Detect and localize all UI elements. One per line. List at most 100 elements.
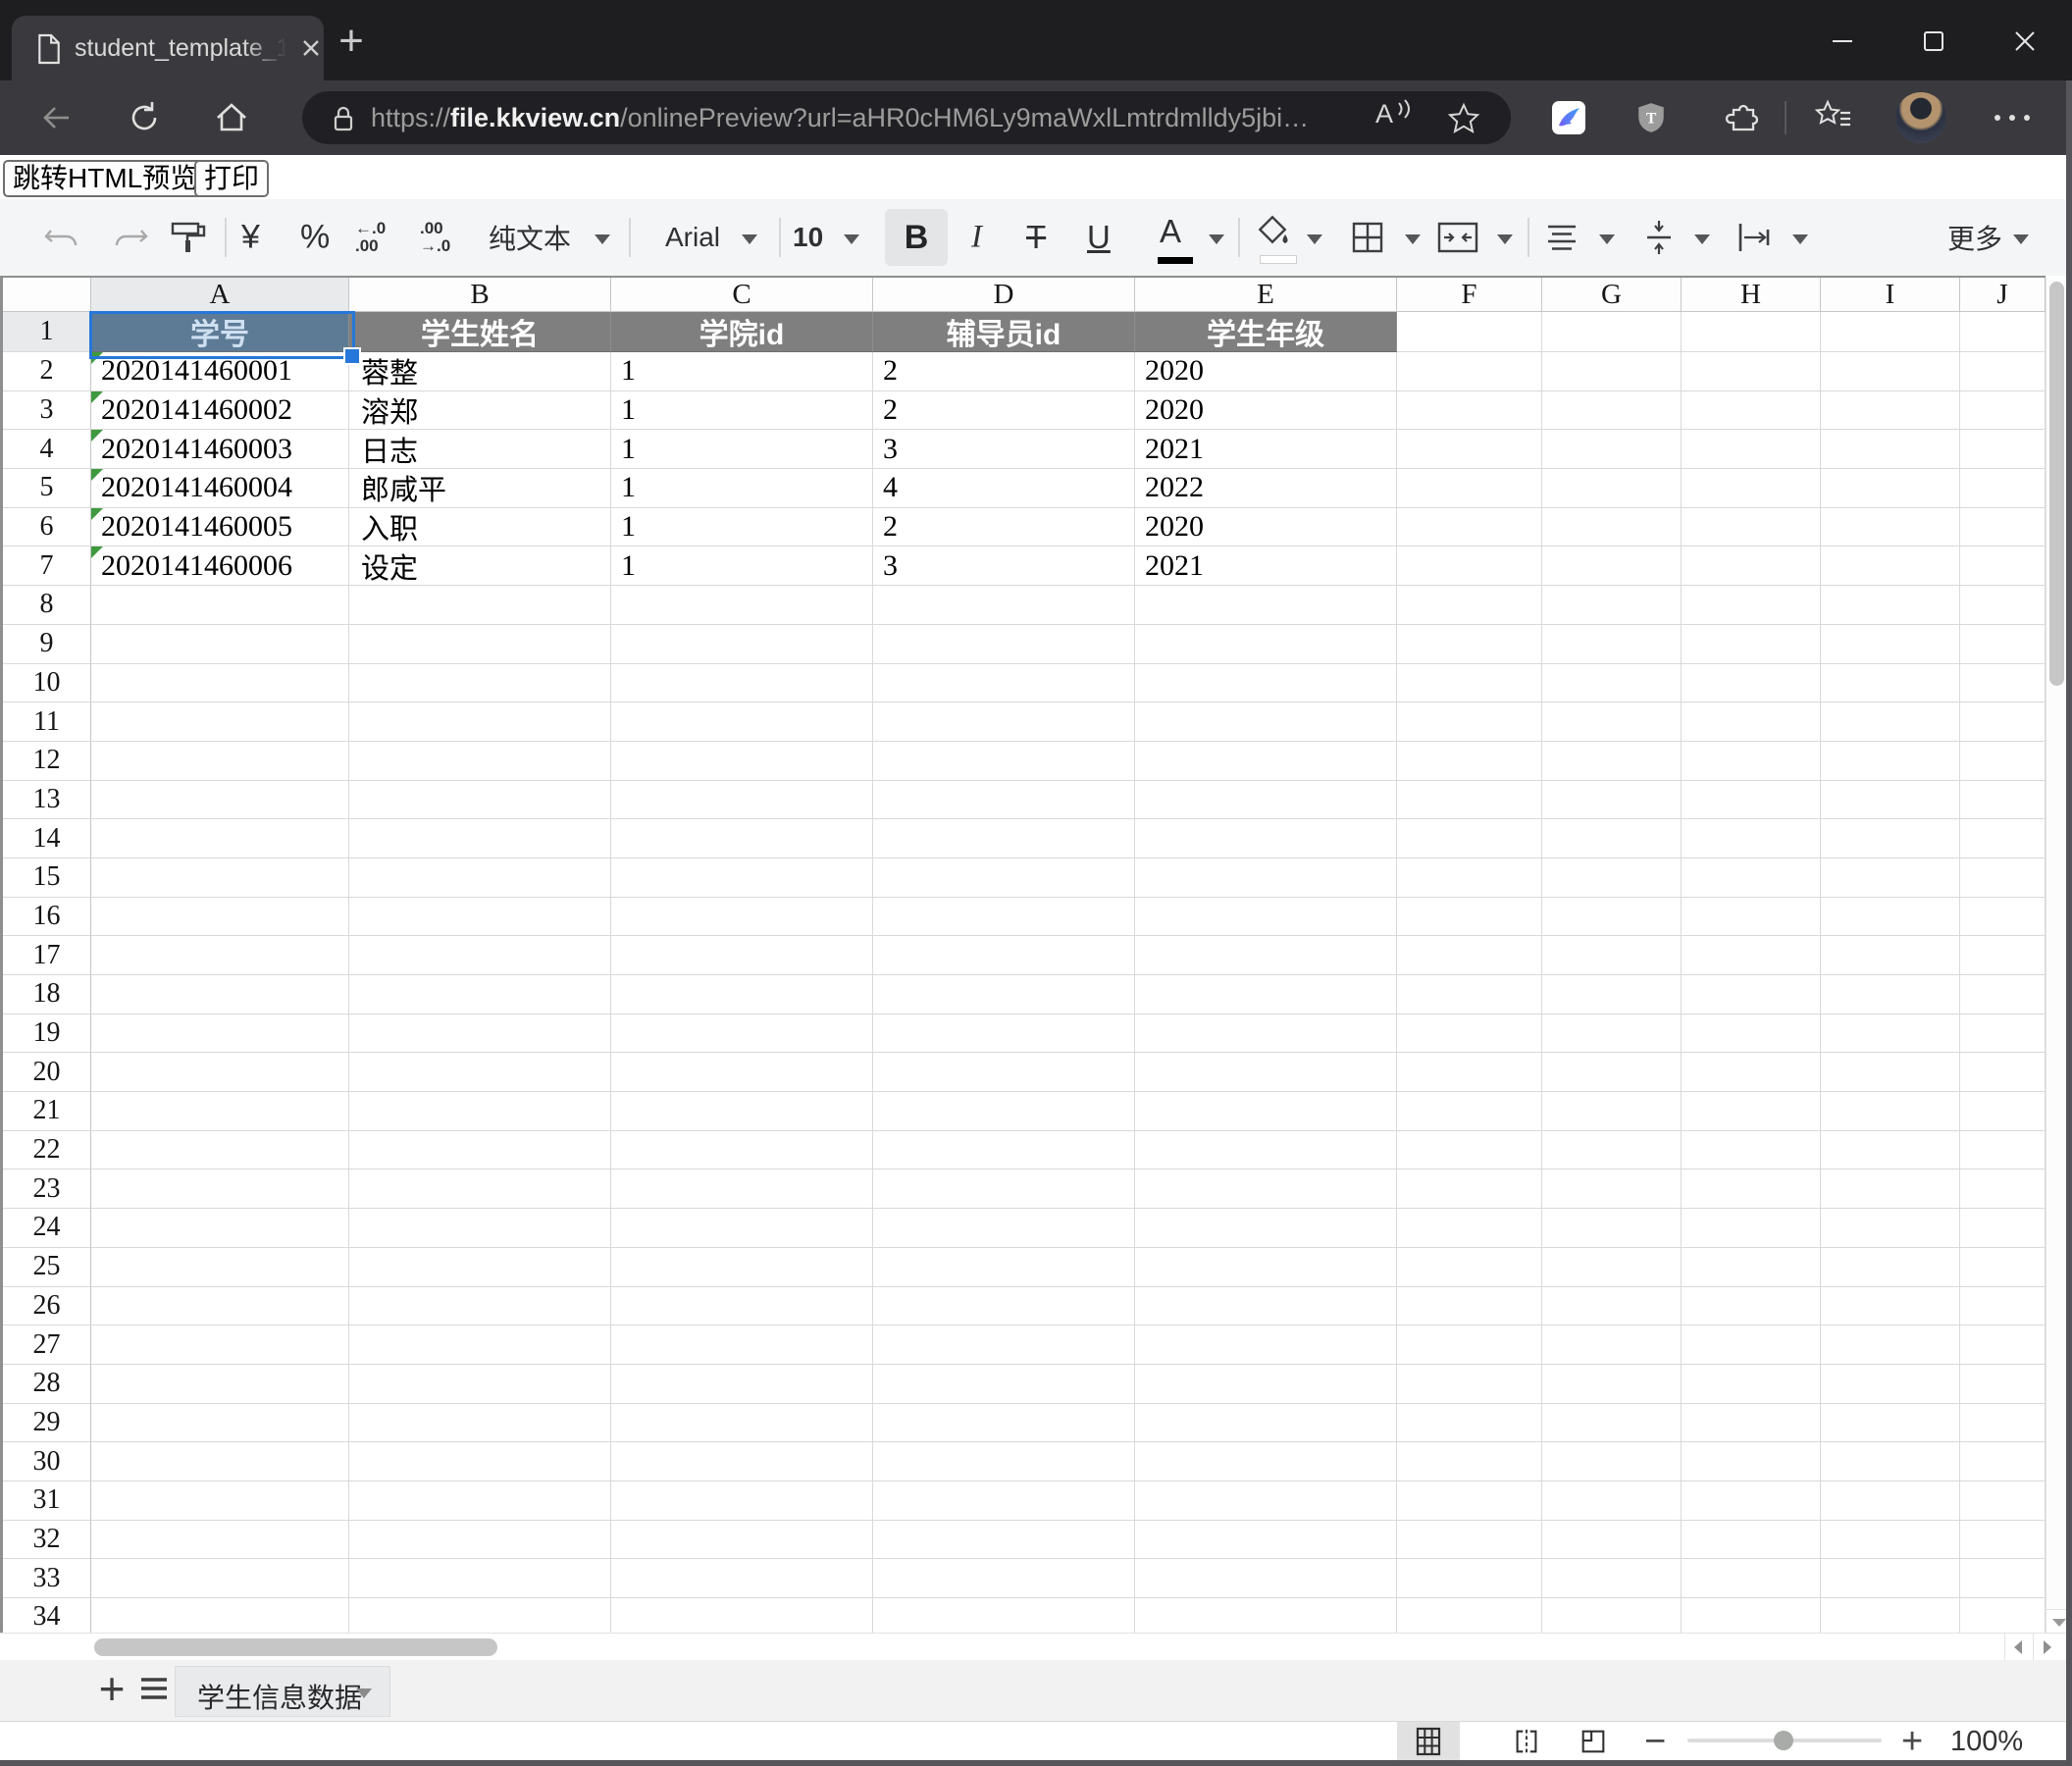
- cell-H19[interactable]: [1682, 1014, 1821, 1054]
- cell-J7[interactable]: [1960, 546, 2046, 586]
- number-format-select[interactable]: 纯文本: [489, 218, 571, 257]
- cell-G14[interactable]: [1542, 819, 1682, 858]
- cell-D25[interactable]: [873, 1248, 1135, 1287]
- window-minimize-button[interactable]: [1827, 26, 1858, 57]
- cell-H34[interactable]: [1682, 1598, 1821, 1633]
- favorites-list-icon[interactable]: [1813, 99, 1852, 136]
- row-header-19[interactable]: 19: [3, 1014, 91, 1054]
- cell-H30[interactable]: [1682, 1442, 1821, 1481]
- browser-menu-dots-icon[interactable]: [1990, 110, 2035, 126]
- cell-A2[interactable]: 2020141460001: [91, 352, 349, 391]
- cell-C4[interactable]: 1: [611, 430, 873, 469]
- cell-B8[interactable]: [349, 586, 611, 625]
- address-bar[interactable]: https://file.kkview.cn/onlinePreview?url…: [302, 91, 1511, 144]
- cell-B17[interactable]: [349, 936, 611, 975]
- cell-G12[interactable]: [1542, 742, 1682, 781]
- cell-C34[interactable]: [611, 1598, 873, 1633]
- percent-format-button[interactable]: %: [300, 219, 330, 257]
- cell-A1[interactable]: 学号: [91, 312, 349, 352]
- cell-A9[interactable]: [91, 625, 349, 664]
- cell-C14[interactable]: [611, 819, 873, 858]
- cell-C12[interactable]: [611, 742, 873, 781]
- cell-H11[interactable]: [1682, 702, 1821, 742]
- cell-E11[interactable]: [1135, 702, 1397, 742]
- cell-H31[interactable]: [1682, 1481, 1821, 1521]
- cell-J3[interactable]: [1960, 391, 2046, 431]
- row-header-15[interactable]: 15: [3, 858, 91, 898]
- cell-C11[interactable]: [611, 702, 873, 742]
- cell-G10[interactable]: [1542, 664, 1682, 703]
- row-header-28[interactable]: 28: [3, 1365, 91, 1404]
- cell-J22[interactable]: [1960, 1131, 2046, 1170]
- zoom-slider-thumb[interactable]: [1774, 1731, 1793, 1750]
- cell-E18[interactable]: [1135, 975, 1397, 1014]
- cell-G13[interactable]: [1542, 781, 1682, 820]
- cell-I18[interactable]: [1821, 975, 1960, 1014]
- cell-H7[interactable]: [1682, 546, 1821, 586]
- cell-F24[interactable]: [1397, 1209, 1542, 1248]
- cell-A15[interactable]: [91, 858, 349, 898]
- scroll-left-button[interactable]: [2004, 1634, 2034, 1660]
- cell-D3[interactable]: 2: [873, 391, 1135, 431]
- add-sheet-button[interactable]: +: [90, 1662, 133, 1717]
- cell-D4[interactable]: 3: [873, 430, 1135, 469]
- vertical-align-icon[interactable]: [1640, 218, 1678, 257]
- cell-J30[interactable]: [1960, 1442, 2046, 1481]
- cell-J19[interactable]: [1960, 1014, 2046, 1054]
- text-wrap-caret-icon[interactable]: [1792, 234, 1808, 244]
- cell-H22[interactable]: [1682, 1131, 1821, 1170]
- cell-F5[interactable]: [1397, 469, 1542, 508]
- cell-D18[interactable]: [873, 975, 1135, 1014]
- cell-D29[interactable]: [873, 1404, 1135, 1443]
- cell-D12[interactable]: [873, 742, 1135, 781]
- cell-F21[interactable]: [1397, 1092, 1542, 1131]
- cell-B29[interactable]: [349, 1404, 611, 1443]
- cell-I32[interactable]: [1821, 1521, 1960, 1560]
- cell-F33[interactable]: [1397, 1559, 1542, 1598]
- cell-D34[interactable]: [873, 1598, 1135, 1633]
- cell-F9[interactable]: [1397, 625, 1542, 664]
- cell-B7[interactable]: 设定: [349, 546, 611, 586]
- horizontal-scrollbar[interactable]: [0, 1633, 2072, 1660]
- cell-B30[interactable]: [349, 1442, 611, 1481]
- cell-D6[interactable]: 2: [873, 508, 1135, 547]
- cell-D24[interactable]: [873, 1209, 1135, 1248]
- decrease-decimal-button[interactable]: ←.0 .00: [355, 220, 386, 255]
- strikethrough-button[interactable]: T: [1026, 219, 1046, 256]
- cell-D17[interactable]: [873, 936, 1135, 975]
- browser-tab[interactable]: student_template_168819656736: [12, 16, 324, 80]
- cell-H32[interactable]: [1682, 1521, 1821, 1560]
- cell-A32[interactable]: [91, 1521, 349, 1560]
- redo-icon[interactable]: [110, 223, 149, 252]
- cell-A29[interactable]: [91, 1404, 349, 1443]
- horizontal-align-caret-icon[interactable]: [1599, 234, 1615, 244]
- cell-G6[interactable]: [1542, 508, 1682, 547]
- cell-H16[interactable]: [1682, 898, 1821, 937]
- cell-A24[interactable]: [91, 1209, 349, 1248]
- cell-J25[interactable]: [1960, 1248, 2046, 1287]
- cell-J17[interactable]: [1960, 936, 2046, 975]
- cell-E15[interactable]: [1135, 858, 1397, 898]
- cell-A10[interactable]: [91, 664, 349, 703]
- row-header-22[interactable]: 22: [3, 1131, 91, 1170]
- cell-D15[interactable]: [873, 858, 1135, 898]
- row-header-3[interactable]: 3: [3, 391, 91, 431]
- cell-D7[interactable]: 3: [873, 546, 1135, 586]
- vertical-scrollbar[interactable]: [2046, 278, 2067, 1609]
- cell-F32[interactable]: [1397, 1521, 1542, 1560]
- cell-I27[interactable]: [1821, 1325, 1960, 1365]
- cell-C25[interactable]: [611, 1248, 873, 1287]
- cell-G27[interactable]: [1542, 1325, 1682, 1365]
- zoom-out-button[interactable]: −: [1644, 1721, 1666, 1763]
- cell-G23[interactable]: [1542, 1169, 1682, 1209]
- cell-C17[interactable]: [611, 936, 873, 975]
- cell-I29[interactable]: [1821, 1404, 1960, 1443]
- cell-J6[interactable]: [1960, 508, 2046, 547]
- undo-icon[interactable]: [43, 223, 82, 252]
- cell-E8[interactable]: [1135, 586, 1397, 625]
- cell-E28[interactable]: [1135, 1365, 1397, 1404]
- cell-B31[interactable]: [349, 1481, 611, 1521]
- cell-B24[interactable]: [349, 1209, 611, 1248]
- cell-E17[interactable]: [1135, 936, 1397, 975]
- cell-G1[interactable]: [1542, 312, 1682, 352]
